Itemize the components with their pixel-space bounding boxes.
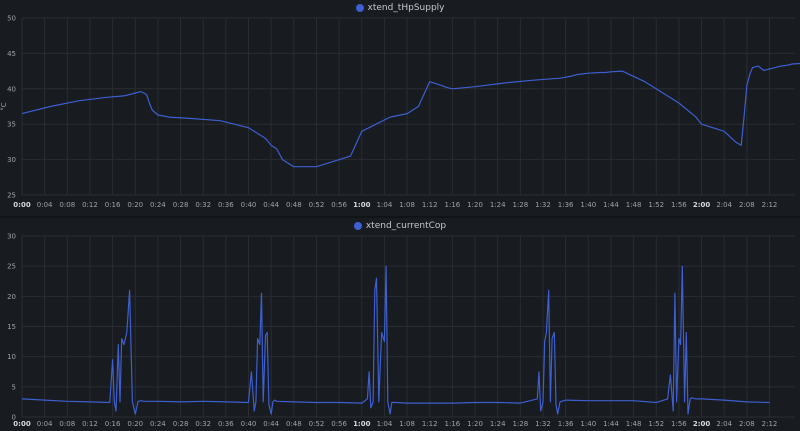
series-line[interactable] <box>21 53 800 189</box>
x-tick-label: 1:48 <box>626 201 642 209</box>
x-tick-label: 1:44 <box>603 201 619 209</box>
x-tick-label: 1:24 <box>490 201 506 209</box>
y-tick-label: 40 <box>7 85 16 93</box>
x-tick-label: 0:36 <box>218 420 234 428</box>
supply-temperature-panel: xtend_tHpSupply 25 30 35 40 45 50 0:00 0:04 0:08… <box>0 0 800 216</box>
x-tick-label: 1:40 <box>580 420 596 428</box>
x-tick-label: 1:12 <box>422 420 438 428</box>
x-tick-label: 2:04 <box>716 420 732 428</box>
x-tick-label: 0:56 <box>331 201 347 209</box>
x-tick-label: 0:52 <box>309 201 325 209</box>
y-tick-label: 15 <box>7 323 16 331</box>
x-tick-label: 1:56 <box>671 420 687 428</box>
x-tick-label: 1:56 <box>671 201 687 209</box>
x-tick-label: 0:28 <box>173 201 189 209</box>
x-tick-label: 0:20 <box>127 201 143 209</box>
x-tick-label: 0:04 <box>37 201 53 209</box>
x-tick-label: 1:20 <box>467 420 483 428</box>
y-tick-label: 35 <box>7 121 16 129</box>
y-tick-label: 25 <box>7 192 16 200</box>
y-tick-label: 25 <box>7 263 16 271</box>
x-tick-label: 0:40 <box>241 420 257 428</box>
current-cop-panel: xtend_currentCop 0 5 10 15 20 25 30 0:00 0:04 0:0… <box>0 218 800 431</box>
x-tick-label: 0:20 <box>127 420 143 428</box>
x-tick-label: 1:36 <box>558 201 574 209</box>
x-tick-label: 2:04 <box>716 201 732 209</box>
x-tick-label: 1:52 <box>648 201 664 209</box>
x-tick-label: 0:12 <box>82 201 98 209</box>
x-tick-label: 2:08 <box>739 420 755 428</box>
x-tick-label: 0:40 <box>241 201 257 209</box>
x-tick-label: 1:28 <box>512 420 528 428</box>
x-tick-label: 1:08 <box>399 201 415 209</box>
x-tick-label: 0:36 <box>218 201 234 209</box>
x-tick-label: 2:12 <box>762 201 778 209</box>
x-tick-label: 0:32 <box>195 201 211 209</box>
series-line[interactable] <box>21 265 770 415</box>
x-tick-label: 1:28 <box>512 201 528 209</box>
supply-temperature-chart[interactable]: 25 30 35 40 45 50 0:00 0:04 0:08 0:12 0:16 0:20 0:24… <box>0 0 800 216</box>
current-cop-chart[interactable]: 0510152025300:00 0:04 0:08 0:12 0:16 0:20 0:24… <box>0 218 800 431</box>
y-axis-unit: °C <box>0 102 8 111</box>
x-tick-label: 0:28 <box>173 420 189 428</box>
x-tick-label: 0:56 <box>331 420 347 428</box>
x-tick-label: 1:32 <box>535 420 551 428</box>
y-tick-label: 50 <box>7 15 16 23</box>
x-tick-label: 2:00 <box>693 201 711 209</box>
x-tick-label: 1:04 <box>377 420 393 428</box>
x-tick-label: 1:00 <box>353 420 371 428</box>
x-tick-label: 2:00 <box>693 420 711 428</box>
x-tick-label: 0:44 <box>263 420 279 428</box>
x-tick-label: 1:44 <box>603 420 619 428</box>
x-tick-label: 2:08 <box>739 201 755 209</box>
x-tick-label: 1:20 <box>467 201 483 209</box>
y-tick-label: 30 <box>7 233 16 241</box>
x-tick-label: 1:40 <box>580 201 596 209</box>
x-tick-label: 1:32 <box>535 201 551 209</box>
x-tick-label: 0:24 <box>150 420 166 428</box>
x-tick-label: 1:48 <box>626 420 642 428</box>
x-tick-label: 0:44 <box>263 201 279 209</box>
y-tick-label: 30 <box>7 156 16 164</box>
y-tick-label: 5 <box>12 383 16 391</box>
y-tick-label: 10 <box>7 353 16 361</box>
y-tick-label: 20 <box>7 293 16 301</box>
x-tick-label: 0:16 <box>105 420 121 428</box>
y-tick-label: 45 <box>7 50 16 58</box>
x-tick-label: 0:08 <box>59 201 75 209</box>
x-tick-label: 0:52 <box>309 420 325 428</box>
x-tick-label: 1:00 <box>353 201 371 209</box>
x-tick-label: 0:04 <box>37 420 53 428</box>
x-tick-label: 0:24 <box>150 201 166 209</box>
x-tick-label: 1:04 <box>377 201 393 209</box>
x-tick-label: 2:12 <box>762 420 778 428</box>
x-tick-label: 0:16 <box>105 201 121 209</box>
x-tick-label: 0:12 <box>82 420 98 428</box>
x-tick-label: 0:48 <box>286 420 302 428</box>
x-tick-label: 1:16 <box>445 201 461 209</box>
x-tick-label: 0:00 <box>13 420 31 428</box>
x-tick-label: 0:32 <box>195 420 211 428</box>
x-tick-label: 1:24 <box>490 420 506 428</box>
x-tick-label: 0:00 <box>13 201 31 209</box>
x-tick-label: 1:52 <box>648 420 664 428</box>
x-tick-label: 0:48 <box>286 201 302 209</box>
x-tick-label: 1:08 <box>399 420 415 428</box>
x-tick-label: 0:08 <box>59 420 75 428</box>
x-tick-label: 1:12 <box>422 201 438 209</box>
x-tick-label: 1:36 <box>558 420 574 428</box>
x-tick-label: 1:16 <box>445 420 461 428</box>
